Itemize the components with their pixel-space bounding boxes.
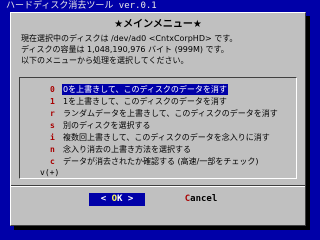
menu-item-multipass-erase[interactable]: i 複数回上書きして、このディスクのデータを念入りに消す bbox=[50, 132, 271, 143]
menu-item-tag: 1 bbox=[50, 97, 55, 106]
dialog-title: ★メインメニュー★ bbox=[114, 19, 202, 30]
menu-item-label: 複数回上書きして、このディスクのデータを念入りに消す bbox=[63, 133, 270, 142]
cancel-button[interactable]: Cancel bbox=[171, 193, 231, 206]
menu-item-multipass-method[interactable]: n 念入り消去の上書き方法を選択する bbox=[50, 144, 192, 155]
scroll-more-indicator: v(+) bbox=[40, 168, 60, 177]
menu-item-one-fill[interactable]: 1 1を上書きして、このディスクのデータを消す bbox=[50, 96, 228, 107]
menu-item-tag: n bbox=[50, 145, 55, 154]
menu-list: 0 0を上書きして、このディスクのデータを消す 1 1を上書きして、このディスクのデ… bbox=[19, 77, 297, 179]
menu-item-label: 0を上書きして、このディスクのデータを消す bbox=[62, 84, 228, 95]
menu-item-zero-fill[interactable]: 0 0を上書きして、このディスクのデータを消す bbox=[50, 84, 228, 95]
menu-item-tag: c bbox=[50, 157, 55, 166]
button-separator bbox=[11, 185, 305, 187]
menu-item-random-fill[interactable]: r ランダムデータを上書きして、このディスクのデータを消す bbox=[50, 108, 279, 119]
prompt-line-disk: 現在選択中のディスクは /dev/ad0 <CntxCorpHD> です。 bbox=[21, 34, 238, 43]
prompt-line-instruction: 以下のメニューから処理を選択してください。 bbox=[21, 56, 189, 65]
menu-item-tag: 0 bbox=[50, 85, 55, 94]
menu-item-select-disk[interactable]: s 別のディスクを選択する bbox=[50, 120, 151, 131]
dialog-prompt: 現在選択中のディスクは /dev/ad0 <CntxCorpHD> です。 ディ… bbox=[21, 33, 297, 66]
prompt-line-capacity: ディスクの容量は 1,048,190,976 バイト (999M) です。 bbox=[21, 45, 229, 54]
cancel-label: ancel bbox=[190, 194, 218, 204]
menu-item-label: ランダムデータを上書きして、このディスクのデータを消す bbox=[63, 109, 278, 118]
back-title: ハードディスク消去ツール ver.0.1 bbox=[6, 1, 157, 11]
menu-item-label: 別のディスクを選択する bbox=[63, 121, 151, 130]
menu-item-tag: i bbox=[50, 133, 55, 142]
menu-item-label: 1を上書きして、このディスクのデータを消す bbox=[63, 97, 227, 106]
menu-item-label: データが消去されたか確認する (高速/一部をチェック) bbox=[63, 157, 259, 166]
ok-button[interactable]: < OK > bbox=[89, 193, 145, 206]
menu-item-verify-erase[interactable]: c データが消去されたか確認する (高速/一部をチェック) bbox=[50, 156, 259, 167]
menu-item-tag: s bbox=[50, 121, 55, 130]
menu-item-tag: r bbox=[50, 109, 55, 118]
ok-label: K bbox=[117, 194, 123, 204]
main-menu-dialog: ★メインメニュー★ 現在選択中のディスクは /dev/ad0 <CntxCorp… bbox=[10, 12, 306, 226]
menu-item-label: 念入り消去の上書き方法を選択する bbox=[63, 145, 191, 154]
